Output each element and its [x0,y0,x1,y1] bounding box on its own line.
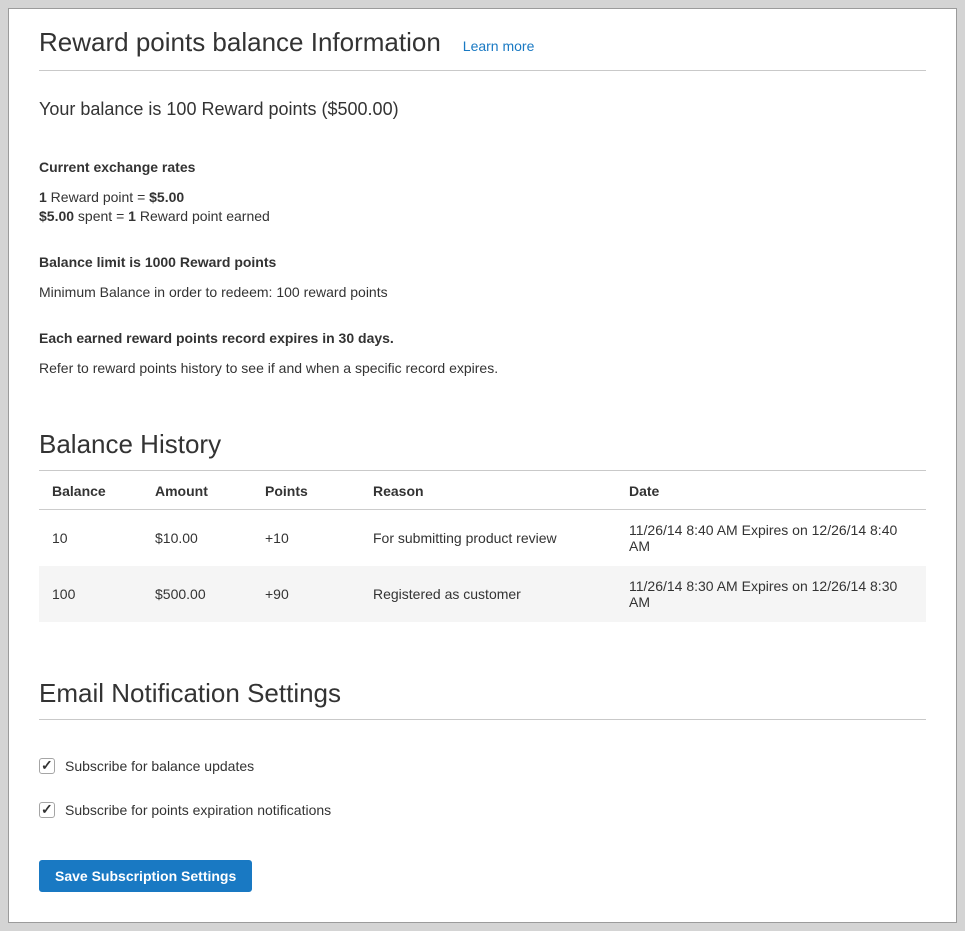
table-header-row: Balance Amount Points Reason Date [39,471,926,510]
table-header: Balance Amount Points Reason Date [39,471,926,510]
cell-reason: For submitting product review [363,510,619,567]
table-body: 10 $10.00 +10 For submitting product rev… [39,510,926,623]
cell-amount: $500.00 [145,566,255,622]
reward-points-panel: Reward points balance Information Learn … [8,8,957,923]
cell-balance: 10 [39,510,145,567]
balance-summary: Your balance is 100 Reward points ($500.… [39,99,926,120]
column-header-amount: Amount [145,471,255,510]
balance-history-heading: Balance History [39,429,926,471]
rate2-text1: spent = [74,208,128,224]
minimum-redeem-note: Minimum Balance in order to redeem: 100 … [39,284,926,300]
column-header-points: Points [255,471,363,510]
save-subscription-settings-button[interactable]: Save Subscription Settings [39,860,252,892]
learn-more-link[interactable]: Learn more [463,38,535,54]
exchange-rates-lines: 1 Reward point = $5.00 $5.00 spent = 1 R… [39,188,926,226]
table-row: 10 $10.00 +10 For submitting product rev… [39,510,926,567]
cell-balance: 100 [39,566,145,622]
column-header-date: Date [619,471,926,510]
expiration-note: Refer to reward points history to see if… [39,360,926,376]
subscribe-expiration-notifications-row[interactable]: Subscribe for points expiration notifica… [39,802,926,818]
rate1-value: $5.00 [149,189,184,205]
rate2-points: 1 [128,208,136,224]
rate1-text: Reward point = [47,189,149,205]
panel-header: Reward points balance Information Learn … [39,27,926,71]
subscribe-expiration-notifications-label: Subscribe for points expiration notifica… [65,802,331,818]
exchange-rate-line1: 1 Reward point = $5.00 [39,188,926,207]
subscribe-balance-updates-label: Subscribe for balance updates [65,758,254,774]
cell-date: 11/26/14 8:40 AM Expires on 12/26/14 8:4… [619,510,926,567]
subscribe-balance-updates-row[interactable]: Subscribe for balance updates [39,758,926,774]
cell-points: +10 [255,510,363,567]
rate2-value: $5.00 [39,208,74,224]
expiration-title: Each earned reward points record expires… [39,330,926,346]
column-header-balance: Balance [39,471,145,510]
cell-reason: Registered as customer [363,566,619,622]
rate2-text2: Reward point earned [136,208,270,224]
table-row: 100 $500.00 +90 Registered as customer 1… [39,566,926,622]
column-header-reason: Reason [363,471,619,510]
subscribe-expiration-notifications-checkbox[interactable] [39,802,55,818]
exchange-rates-title: Current exchange rates [39,159,926,175]
exchange-rate-line2: $5.00 spent = 1 Reward point earned [39,207,926,226]
rate1-points: 1 [39,189,47,205]
balance-history-table: Balance Amount Points Reason Date 10 $10… [39,471,926,622]
cell-date: 11/26/14 8:30 AM Expires on 12/26/14 8:3… [619,566,926,622]
cell-amount: $10.00 [145,510,255,567]
balance-limit-title: Balance limit is 1000 Reward points [39,254,926,270]
email-settings-heading: Email Notification Settings [39,678,926,720]
page-title: Reward points balance Information [39,27,441,58]
subscribe-balance-updates-checkbox[interactable] [39,758,55,774]
cell-points: +90 [255,566,363,622]
